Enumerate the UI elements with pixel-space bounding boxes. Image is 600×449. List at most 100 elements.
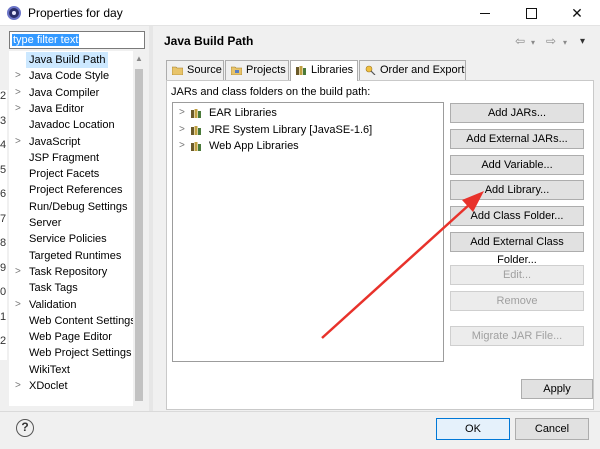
tab-order-and-export-label: Order and Export (380, 64, 465, 76)
background-line-number: 1 (0, 310, 7, 323)
add-variable-button[interactable]: Add Variable... (450, 155, 584, 175)
back-icon[interactable]: ⇦ (515, 34, 525, 48)
library-label: JRE System Library [JavaSE-1.6] (209, 123, 373, 136)
sidebar-item[interactable]: > Task Repository (9, 264, 133, 280)
background-line-number: 2 (0, 335, 7, 347)
sidebar-item[interactable]: Web Content Settings (9, 313, 136, 329)
tab-source[interactable]: Source (166, 60, 224, 80)
tab-projects[interactable]: Projects (225, 60, 289, 80)
add-library-button[interactable]: Add Library... (450, 180, 584, 200)
sidebar-item[interactable]: > Validation (9, 297, 133, 313)
tab-projects-label: Projects (246, 64, 286, 76)
background-line-number: 7 (0, 212, 7, 225)
forward-menu-icon[interactable]: ▾ (563, 38, 567, 47)
maximize-icon[interactable] (508, 0, 554, 26)
chevron-right-icon[interactable]: > (179, 138, 185, 154)
chevron-right-icon[interactable]: > (15, 264, 25, 280)
sidebar-item[interactable]: Project Facets (9, 166, 133, 182)
sidebar-item-label: WikiText (29, 363, 70, 376)
library-label: EAR Libraries (209, 107, 277, 119)
sidebar-item[interactable]: Run/Debug Settings (9, 199, 133, 215)
sidebar-item[interactable]: Web Project Settings (9, 345, 133, 361)
filter-field[interactable]: type filter text (9, 31, 145, 49)
help-icon[interactable]: ? (16, 419, 34, 437)
forward-icon[interactable]: ⇨ (546, 34, 556, 48)
tab-libraries[interactable]: Libraries (290, 60, 358, 81)
tree-scrollbar[interactable]: ▲ (133, 51, 145, 406)
sidebar-item-label: JSP Fragment (29, 151, 100, 164)
sidebar-item-label: Web Page Editor (29, 331, 112, 344)
scrollbar-thumb[interactable] (135, 69, 143, 401)
property-page-tree[interactable]: Java Build Path > Java Code Style > Java Com… (9, 51, 145, 406)
sidebar-item-label: Web Content Settings (29, 314, 136, 327)
sidebar-item-label: Task Tags (29, 282, 78, 295)
sidebar-item-label: Java Code Style (29, 70, 110, 83)
sidebar-item-label: JavaScript (29, 135, 81, 148)
order-export-icon (365, 65, 376, 75)
library-tree[interactable]: > EAR Libraries > JRE System Library [JavaS… (172, 102, 444, 362)
sidebar-item[interactable]: Java Build Path (9, 52, 133, 68)
apply-button[interactable]: Apply (521, 379, 593, 399)
add-external-class-folder-button[interactable]: Add External Class Folder... (450, 232, 584, 266)
sidebar-item[interactable]: Task Tags (9, 280, 133, 296)
scroll-up-icon[interactable]: ▲ (135, 54, 143, 63)
chevron-right-icon[interactable]: > (15, 68, 25, 84)
sidebar-item-label: XDoclet (29, 380, 68, 392)
filter-input[interactable]: type filter text (12, 34, 80, 46)
view-menu-icon[interactable]: ▾ (580, 36, 585, 47)
background-line-number: 4 (0, 139, 7, 151)
library-icon (191, 125, 201, 135)
libraries-icon (296, 66, 306, 75)
add-class-folder-button[interactable]: Add Class Folder... (450, 206, 584, 226)
chevron-right-icon[interactable]: > (15, 85, 25, 101)
panel-splitter[interactable] (149, 26, 153, 411)
tab-order-and-export[interactable]: Order and Export (359, 60, 466, 80)
chevron-right-icon[interactable]: > (15, 134, 25, 150)
window-title: Properties for day (28, 6, 123, 20)
migrate-jar-button[interactable]: Migrate JAR File... (450, 326, 584, 346)
add-external-jars-button[interactable]: Add External JARs... (450, 129, 584, 149)
sidebar-item[interactable]: > Java Code Style (9, 68, 133, 84)
cancel-button[interactable]: Cancel (515, 418, 589, 440)
add-jars-button[interactable]: Add JARs... (450, 103, 584, 123)
tab-source-label: Source (187, 64, 222, 76)
chevron-right-icon[interactable]: > (179, 105, 185, 121)
page-title: Java Build Path (164, 34, 254, 48)
sidebar-item[interactable]: JSP Fragment (9, 150, 133, 166)
chevron-right-icon[interactable]: > (179, 122, 185, 138)
library-label: Web App Libraries (209, 140, 299, 152)
sidebar-item[interactable]: Javadoc Location (9, 117, 133, 133)
sidebar-item-label: Web Project Settings (29, 347, 132, 360)
edit-button[interactable]: Edit... (450, 265, 584, 285)
background-line-number: 0 (0, 286, 7, 298)
sidebar-item[interactable]: Project References (9, 182, 133, 198)
background-line-number: 8 (0, 237, 7, 249)
build-path-label: JARs and class folders on the build path… (171, 86, 371, 98)
sidebar-item[interactable]: Targeted Runtimes (9, 248, 133, 264)
sidebar-item[interactable]: > Java Editor (9, 101, 133, 117)
background-line-number: 6 (0, 188, 7, 200)
source-folder-icon (172, 66, 183, 75)
sidebar-item[interactable]: WikiText (9, 362, 133, 378)
sidebar-item-label: Project References (29, 184, 123, 197)
sidebar-item[interactable]: > Java Compiler (9, 85, 133, 101)
sidebar-item[interactable]: Web Page Editor (9, 329, 133, 345)
close-icon[interactable]: ✕ (554, 0, 600, 26)
sidebar-item[interactable]: > JavaScript (9, 134, 133, 150)
back-menu-icon[interactable]: ▾ (531, 38, 535, 47)
sidebar-item[interactable]: Service Policies (9, 231, 133, 247)
remove-button[interactable]: Remove (450, 291, 584, 311)
sidebar-item-label: Server (29, 217, 62, 229)
eclipse-app-icon (7, 6, 21, 20)
sidebar-item[interactable]: > XDoclet (9, 378, 133, 394)
minimize-icon[interactable] (462, 0, 508, 26)
ok-button[interactable]: OK (436, 418, 510, 440)
chevron-right-icon[interactable]: > (15, 378, 25, 394)
chevron-right-icon[interactable]: > (15, 101, 25, 117)
background-line-number: 2 (0, 90, 7, 102)
title-bar: Properties for day ✕ (0, 0, 600, 26)
sidebar-item[interactable]: Server (9, 215, 133, 231)
background-line-number: 9 (0, 261, 7, 274)
background-line-number: 5 (0, 163, 7, 176)
chevron-right-icon[interactable]: > (15, 297, 25, 313)
